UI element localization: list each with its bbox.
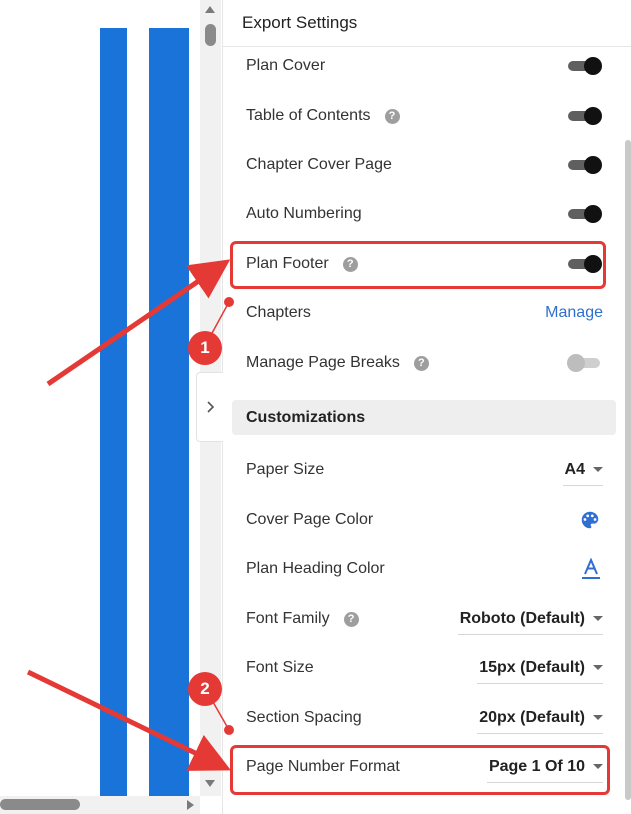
preview-horizontal-scrollbar[interactable] bbox=[0, 796, 200, 814]
auto-numbering-label: Auto Numbering bbox=[246, 205, 362, 222]
plan-cover-row: Plan Cover bbox=[246, 46, 603, 86]
help-icon[interactable]: ? bbox=[413, 355, 429, 371]
font-family-label: Font Family bbox=[246, 610, 330, 627]
section-spacing-value: 20px (Default) bbox=[479, 708, 585, 726]
help-icon[interactable]: ? bbox=[343, 611, 359, 627]
chevron-down-icon bbox=[593, 467, 603, 472]
table-of-contents-toggle[interactable] bbox=[567, 106, 603, 126]
customizations-heading: Customizations bbox=[232, 400, 616, 435]
paper-size-select[interactable]: A4 bbox=[562, 455, 603, 486]
preview-blue-stripe bbox=[100, 28, 127, 796]
font-size-row: Font Size 15px (Default) bbox=[246, 648, 603, 688]
manage-chapters-link[interactable]: Manage bbox=[545, 304, 603, 322]
plan-cover-label: Plan Cover bbox=[246, 57, 326, 74]
chapter-cover-page-toggle[interactable] bbox=[567, 155, 603, 175]
chapters-label: Chapters bbox=[246, 304, 311, 321]
auto-numbering-row: Auto Numbering bbox=[246, 194, 603, 234]
font-size-label: Font Size bbox=[246, 659, 314, 676]
scrollbar-thumb[interactable] bbox=[205, 24, 216, 46]
chevron-down-icon bbox=[593, 715, 603, 720]
cover-page-color-row: Cover Page Color bbox=[246, 500, 603, 540]
collapse-panel-button[interactable] bbox=[196, 372, 223, 442]
scroll-up-arrow-icon[interactable] bbox=[205, 6, 215, 13]
chevron-right-icon bbox=[207, 401, 215, 413]
plan-cover-toggle[interactable] bbox=[567, 56, 603, 76]
cover-page-color-label: Cover Page Color bbox=[246, 511, 374, 528]
panel-scrollbar[interactable] bbox=[625, 140, 631, 800]
export-settings-panel: Export Settings Plan Cover Table of Cont… bbox=[222, 0, 631, 814]
scroll-down-arrow-icon[interactable] bbox=[205, 780, 215, 787]
manage-page-breaks-label: Manage Page Breaks bbox=[246, 354, 400, 371]
font-size-select[interactable]: 15px (Default) bbox=[477, 653, 603, 684]
paper-size-value: A4 bbox=[564, 460, 585, 478]
plan-heading-color-row: Plan Heading Color bbox=[246, 549, 603, 589]
help-icon[interactable]: ? bbox=[384, 108, 400, 124]
highlight-box bbox=[230, 745, 610, 795]
scroll-right-arrow-icon[interactable] bbox=[187, 800, 194, 810]
preview-blue-stripe bbox=[149, 28, 189, 796]
manage-page-breaks-toggle[interactable] bbox=[567, 353, 603, 373]
highlight-box bbox=[230, 241, 606, 289]
font-size-value: 15px (Default) bbox=[479, 658, 585, 676]
section-spacing-row: Section Spacing 20px (Default) bbox=[246, 698, 603, 738]
table-of-contents-row: Table of Contents ? bbox=[246, 96, 603, 136]
palette-icon[interactable] bbox=[579, 509, 601, 531]
document-preview bbox=[0, 0, 200, 796]
chapters-row: Chapters Manage bbox=[246, 293, 603, 333]
font-family-row: Font Family ? Roboto (Default) bbox=[246, 599, 603, 639]
section-spacing-label: Section Spacing bbox=[246, 709, 362, 726]
section-spacing-select[interactable]: 20px (Default) bbox=[477, 703, 603, 734]
step-badge: 1 bbox=[188, 331, 222, 365]
paper-size-label: Paper Size bbox=[246, 461, 325, 478]
step-badge: 2 bbox=[188, 672, 222, 706]
chapter-cover-page-row: Chapter Cover Page bbox=[246, 145, 603, 185]
font-family-value: Roboto (Default) bbox=[459, 609, 585, 627]
plan-heading-color-label: Plan Heading Color bbox=[246, 560, 385, 577]
auto-numbering-toggle[interactable] bbox=[567, 204, 603, 224]
paper-size-row: Paper Size A4 bbox=[246, 450, 603, 490]
text-color-icon[interactable] bbox=[582, 558, 600, 580]
panel-title: Export Settings bbox=[223, 0, 631, 47]
font-family-select[interactable]: Roboto (Default) bbox=[457, 604, 603, 635]
chapter-cover-page-label: Chapter Cover Page bbox=[246, 156, 392, 173]
scrollbar-thumb[interactable] bbox=[0, 799, 80, 810]
chevron-down-icon bbox=[593, 665, 603, 670]
table-of-contents-label: Table of Contents bbox=[246, 107, 371, 124]
chevron-down-icon bbox=[593, 616, 603, 621]
manage-page-breaks-row: Manage Page Breaks ? bbox=[246, 343, 603, 383]
